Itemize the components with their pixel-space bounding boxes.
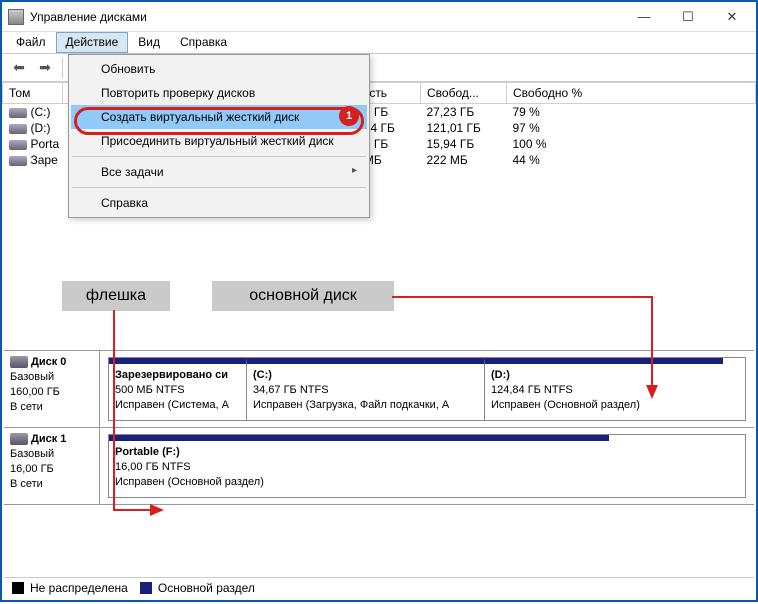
disk-icon <box>10 433 28 445</box>
legend-label-unalloc: Не распределена <box>30 581 128 595</box>
disk-size: 16,00 ГБ <box>10 463 54 475</box>
disk-icon <box>9 124 27 134</box>
disk-panel: Диск 0 Базовый 160,00 ГБ В сети Зарезервиров… <box>4 350 754 505</box>
menu-file[interactable]: Файл <box>6 32 56 53</box>
disk-type: Базовый <box>10 448 54 460</box>
partition-status: Исправен (Система, А <box>115 398 240 413</box>
partition-title: Зарезервировано си <box>115 368 240 383</box>
disk-icon <box>10 356 28 368</box>
disk-row: Диск 0 Базовый 160,00 ГБ В сети Зарезервиров… <box>4 351 754 428</box>
partition-size: 124,84 ГБ NTFS <box>491 383 717 398</box>
cell-vol: Заре <box>3 152 63 168</box>
partition-size: 34,67 ГБ NTFS <box>253 383 478 398</box>
menu-action[interactable]: Действие <box>56 32 129 53</box>
partition-title: Portable (F:) <box>115 445 603 460</box>
col-free[interactable]: Свобод... <box>421 83 507 104</box>
legend-swatch-unalloc <box>12 582 24 594</box>
cell-free: 27,23 ГБ <box>421 104 507 121</box>
annotation-badge-1: 1 <box>339 106 359 126</box>
partition-status: Исправен (Основной раздел) <box>491 398 717 413</box>
cell-free: 15,94 ГБ <box>421 136 507 152</box>
cell-vol: (C:) <box>3 104 63 121</box>
partition-status: Исправен (Основной раздел) <box>115 475 603 490</box>
disk-icon <box>9 108 27 118</box>
close-button[interactable]: ✕ <box>710 3 754 31</box>
title-bar: Управление дисками — ☐ ✕ <box>2 2 756 32</box>
dd-create-vhd[interactable]: Создать виртуальный жесткий диск <box>71 105 367 129</box>
disk-icon <box>9 156 27 166</box>
annotation-maindisk-label: основной диск <box>212 281 394 311</box>
partition-size: 500 МБ NTFS <box>115 383 240 398</box>
disk-name: Диск 0 <box>31 356 66 368</box>
legend-bar: Не распределена Основной раздел <box>4 577 754 598</box>
cell-vol: Porta <box>3 136 63 152</box>
window-buttons: — ☐ ✕ <box>622 3 754 31</box>
app-icon <box>8 9 24 25</box>
disk-name: Диск 1 <box>31 433 66 445</box>
dd-rescan[interactable]: Повторить проверку дисков <box>71 81 367 105</box>
disk-status: В сети <box>10 478 43 490</box>
menu-bar: Файл Действие Вид Справка <box>2 32 756 54</box>
dd-help[interactable]: Справка <box>71 191 367 215</box>
maximize-button[interactable]: ☐ <box>666 3 710 31</box>
cell-pct: 44 % <box>507 152 756 168</box>
disk-partitions: Portable (F:)16,00 ГБ NTFSИсправен (Осно… <box>100 428 754 504</box>
cell-pct: 79 % <box>507 104 756 121</box>
disk-info[interactable]: Диск 0 Базовый 160,00 ГБ В сети <box>4 351 100 427</box>
cell-pct: 97 % <box>507 120 756 136</box>
disk-info[interactable]: Диск 1 Базовый 16,00 ГБ В сети <box>4 428 100 504</box>
nav-forward-button[interactable]: ➡ <box>34 57 56 79</box>
disk-partitions: Зарезервировано си500 МБ NTFSИсправен (С… <box>100 351 754 427</box>
partition[interactable]: (C:)34,67 ГБ NTFSИсправен (Загрузка, Фай… <box>247 358 485 420</box>
disk-row: Диск 1 Базовый 16,00 ГБ В сети Portable (F:)… <box>4 428 754 505</box>
legend-swatch-primary <box>140 582 152 594</box>
disk-icon <box>9 140 27 150</box>
partition-title: (C:) <box>253 368 478 383</box>
cell-free: 222 МБ <box>421 152 507 168</box>
nav-back-button[interactable]: ⬅ <box>8 57 30 79</box>
annotation-flash-label: флешка <box>62 281 170 311</box>
action-dropdown-menu: Обновить Повторить проверку дисков Созда… <box>68 54 370 218</box>
dd-attach-vhd[interactable]: Присоединить виртуальный жесткий диск <box>71 129 367 153</box>
menu-view[interactable]: Вид <box>128 32 170 53</box>
disk-type: Базовый <box>10 371 54 383</box>
partition[interactable]: Portable (F:)16,00 ГБ NTFSИсправен (Осно… <box>109 435 609 497</box>
cell-free: 121,01 ГБ <box>421 120 507 136</box>
legend-label-primary: Основной раздел <box>158 581 255 595</box>
dd-separator <box>72 187 366 188</box>
cell-pct: 100 % <box>507 136 756 152</box>
toolbar-separator <box>62 58 63 78</box>
col-pct[interactable]: Свободно % <box>507 83 756 104</box>
menu-help[interactable]: Справка <box>170 32 237 53</box>
window-title: Управление дисками <box>30 10 622 24</box>
partition[interactable]: (D:)124,84 ГБ NTFSИсправен (Основной раз… <box>485 358 723 420</box>
partition-status: Исправен (Загрузка, Файл подкачки, А <box>253 398 478 413</box>
dd-all-tasks[interactable]: Все задачи <box>71 160 367 184</box>
partition-size: 16,00 ГБ NTFS <box>115 460 603 475</box>
disk-status: В сети <box>10 401 43 413</box>
dd-separator <box>72 156 366 157</box>
dd-refresh[interactable]: Обновить <box>71 57 367 81</box>
partition-title: (D:) <box>491 368 717 383</box>
disk-size: 160,00 ГБ <box>10 386 60 398</box>
partition[interactable]: Зарезервировано си500 МБ NTFSИсправен (С… <box>109 358 247 420</box>
col-volume[interactable]: Том <box>3 83 63 104</box>
minimize-button[interactable]: — <box>622 3 666 31</box>
cell-vol: (D:) <box>3 120 63 136</box>
